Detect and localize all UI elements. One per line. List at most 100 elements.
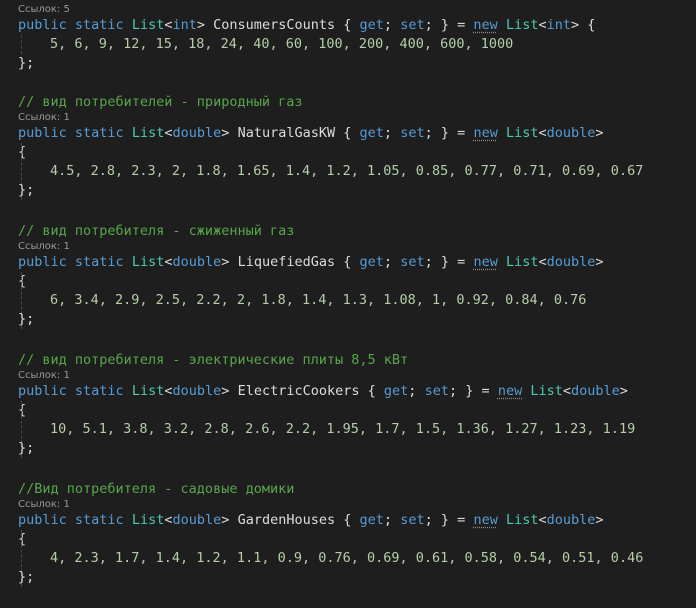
semicolon: ; (424, 512, 433, 528)
list-type: List (530, 383, 563, 399)
brace-open: { (343, 512, 352, 528)
initializer-brace-close: }; (18, 311, 35, 327)
set-accessor: set (400, 254, 425, 270)
public-keyword: public (18, 512, 67, 528)
comment-line: // вид потребителя - электрические плиты… (18, 352, 409, 368)
angle-open: < (164, 383, 173, 399)
angle-close: > (595, 254, 604, 270)
brace-close: } (440, 512, 450, 528)
angle-open: < (562, 383, 571, 399)
values-line[interactable]: 4.5, 2.8, 2.3, 2, 1.8, 1.65, 1.4, 1.2, 1… (50, 162, 643, 181)
element-type: double (546, 512, 596, 528)
get-accessor: get (359, 125, 384, 141)
brace-close: } (465, 383, 474, 399)
references-codelens[interactable]: Ссылок: 1 (18, 240, 70, 253)
element-type: int (546, 17, 571, 33)
property-name: NaturalGasKW (237, 125, 336, 141)
property-name: LiquefiedGas (237, 254, 336, 270)
equals-sign: = (457, 17, 466, 33)
initializer-brace-close: }; (18, 55, 35, 71)
declaration-line[interactable]: public static List<double> NaturalGasKW … (18, 124, 604, 143)
public-keyword: public (18, 383, 67, 399)
equals-sign: = (457, 254, 466, 270)
get-accessor: get (359, 512, 384, 528)
angle-close: > (221, 383, 230, 399)
element-type: double (546, 254, 596, 270)
references-codelens[interactable]: Ссылок: 1 (18, 111, 70, 124)
references-codelens[interactable]: Ссылок: 1 (18, 498, 70, 511)
brace-close: } (440, 125, 450, 141)
references-codelens[interactable]: Ссылок: 5 (18, 3, 70, 16)
values-line[interactable]: 10, 5.1, 3.8, 3.2, 2.8, 2.6, 2.2, 1.95, … (50, 420, 635, 439)
get-accessor: get (359, 254, 384, 270)
semicolon: ; (424, 254, 433, 270)
angle-open: < (164, 17, 173, 33)
list-type: List (505, 254, 539, 270)
semicolon: ; (383, 254, 393, 270)
brace-open: { (343, 254, 352, 270)
list-type: List (131, 512, 165, 528)
angle-open: < (164, 254, 173, 270)
declaration-line[interactable]: public static List<int> ConsumersCounts … (18, 16, 595, 35)
angle-open: < (538, 125, 547, 141)
values-line[interactable]: 6, 3.4, 2.9, 2.5, 2.2, 2, 1.8, 1.4, 1.3,… (50, 291, 586, 310)
brace-close: } (440, 254, 450, 270)
element-type: double (172, 125, 222, 141)
new-keyword: new (473, 125, 498, 141)
semicolon: ; (424, 125, 433, 141)
semicolon: ; (448, 383, 458, 399)
element-type: double (546, 125, 596, 141)
public-keyword: public (18, 125, 67, 141)
initializer-brace-open: { (18, 531, 27, 547)
equals-sign: = (457, 512, 466, 528)
indent-guide (21, 35, 22, 54)
values-line[interactable]: 5, 6, 9, 12, 15, 18, 24, 40, 60, 100, 20… (50, 35, 513, 54)
list-type: List (131, 383, 165, 399)
comment-line: //Вид потребителя - садовые домики (18, 481, 295, 497)
element-type: double (571, 383, 620, 399)
comment-line: // вид потребителя - сжиженный газ (18, 223, 295, 239)
initializer-brace-close: }; (18, 182, 35, 198)
property-name: GardenHouses (237, 512, 336, 528)
element-type: double (172, 383, 222, 399)
set-accessor: set (400, 512, 425, 528)
public-keyword: public (18, 254, 67, 270)
initializer-brace-close: }; (18, 440, 35, 456)
angle-open: < (538, 17, 547, 33)
element-type: int (172, 17, 197, 33)
semicolon: ; (408, 383, 417, 399)
static-keyword: static (74, 17, 124, 33)
equals-sign: = (457, 125, 466, 141)
declaration-line[interactable]: public static List<double> GardenHouses … (18, 511, 604, 530)
static-keyword: static (74, 254, 124, 270)
comment-line: // вид потребителей - природный газ (18, 94, 303, 110)
set-accessor: set (400, 17, 425, 33)
semicolon: ; (383, 512, 393, 528)
angle-close: > (221, 254, 230, 270)
values-line[interactable]: 4, 2.3, 1.7, 1.4, 1.2, 1.1, 0.9, 0.76, 0… (50, 549, 643, 568)
equals-sign: = (481, 383, 490, 399)
get-accessor: get (359, 17, 384, 33)
new-keyword: new (497, 383, 523, 399)
angle-close: > (196, 17, 206, 33)
element-type: double (172, 254, 222, 270)
brace-open: { (367, 383, 376, 399)
angle-open: < (538, 254, 547, 270)
new-keyword: new (473, 17, 498, 33)
list-type: List (131, 17, 165, 33)
declaration-line[interactable]: public static List<double> ElectricCooke… (18, 382, 628, 401)
list-type: List (505, 17, 539, 33)
angle-close: > (221, 125, 230, 141)
initializer-brace-open: { (18, 144, 27, 160)
code-editor[interactable]: Ссылок: 5 public static List<int> Consume… (0, 0, 696, 608)
angle-close: > (619, 383, 628, 399)
angle-open: < (538, 512, 547, 528)
references-codelens[interactable]: Ссылок: 1 (18, 369, 70, 382)
property-name: ConsumersCounts (213, 17, 336, 33)
list-type: List (505, 512, 539, 528)
initializer-brace-open: { (18, 402, 27, 418)
declaration-line[interactable]: public static List<double> LiquefiedGas … (18, 253, 604, 272)
angle-close: > (221, 512, 230, 528)
new-keyword: new (473, 512, 498, 528)
public-keyword: public (18, 17, 67, 33)
